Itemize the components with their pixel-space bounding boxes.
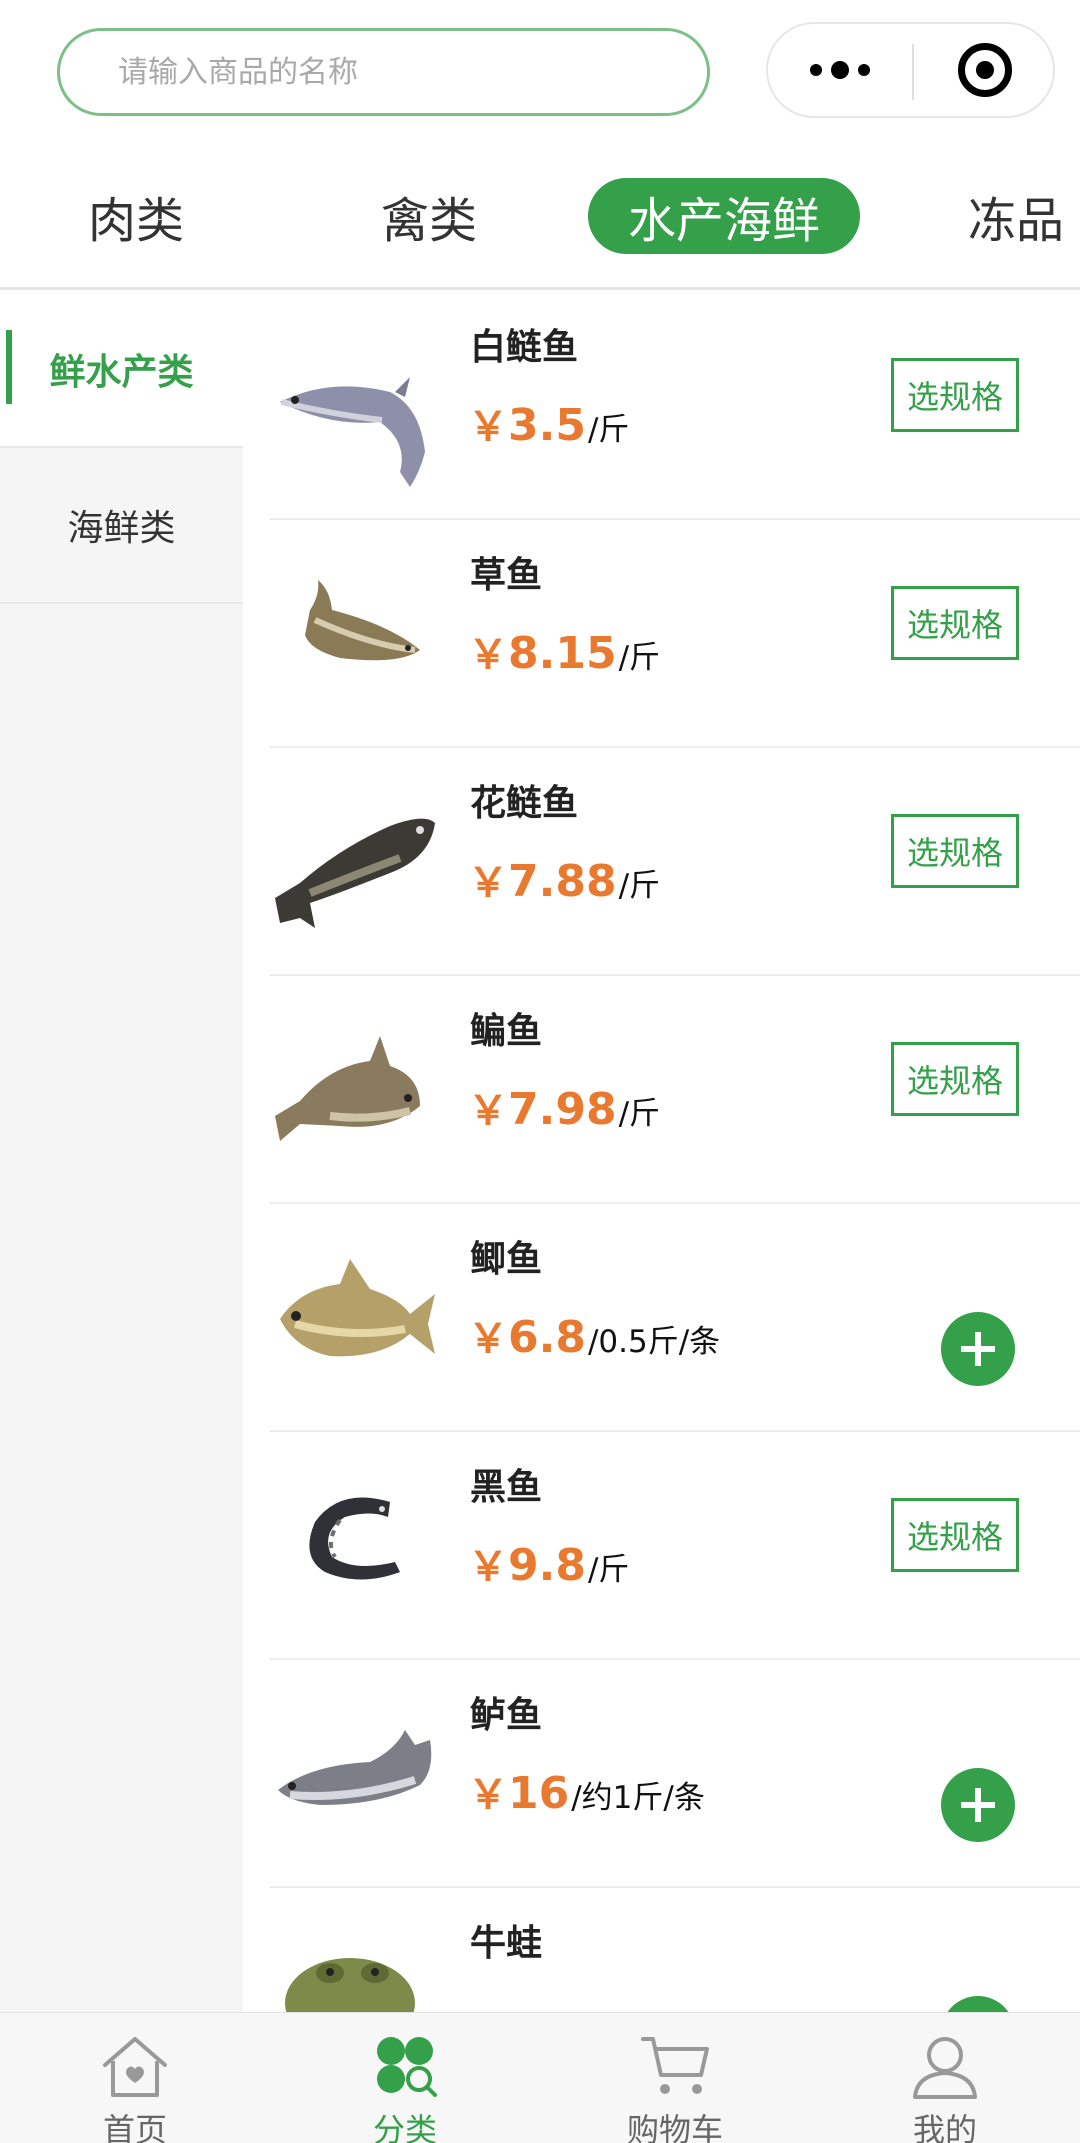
product-name: 白鲢鱼 <box>470 327 579 368</box>
sidebar-item-label: 海鲜类 <box>67 508 176 549</box>
bottom-tab-bar: 首页 分类 购物车 我的 <box>0 2012 1080 2143</box>
price-value: 9.8 <box>508 1540 586 1591</box>
price-value: 6.8 <box>508 1312 586 1363</box>
product-price: ￥ 3.5 /斤 <box>468 394 629 452</box>
product-name: 鲫鱼 <box>470 1239 543 1280</box>
add-to-cart-button[interactable] <box>941 1768 1015 1842</box>
product-name: 鲈鱼 <box>470 1695 543 1736</box>
currency-symbol: ￥ <box>468 632 508 678</box>
tabbar-label: 我的 <box>912 2111 977 2143</box>
product-price: ￥ 7.98 /斤 <box>468 1078 660 1136</box>
product-name: 鳊鱼 <box>470 1011 543 1052</box>
select-spec-button[interactable]: 选规格 <box>891 1498 1019 1572</box>
tab-frozen[interactable]: 冻品 <box>968 178 1064 254</box>
sidebar-item-seafood[interactable]: 海鲜类 <box>0 448 243 604</box>
tab-poultry[interactable]: 禽类 <box>381 178 477 254</box>
subcategory-sidebar: 鲜水产类 海鲜类 <box>0 292 243 2012</box>
miniprogram-capsule <box>766 22 1055 118</box>
product-name: 花鲢鱼 <box>470 783 579 824</box>
currency-symbol: ￥ <box>468 860 508 906</box>
product-item[interactable]: 草鱼 ￥ 8.15 /斤 选规格 <box>270 520 1080 748</box>
app-page: 肉类 禽类 水产海鲜 冻品 鲜水产类 海鲜类 白鲢鱼 ￥ <box>0 0 1080 2143</box>
category-icon <box>367 2031 443 2101</box>
product-image <box>270 1462 440 1632</box>
price-unit: /斤 <box>618 868 661 904</box>
product-item[interactable]: 花鲢鱼 ￥ 7.88 /斤 选规格 <box>270 748 1080 976</box>
search-input[interactable] <box>118 54 707 90</box>
product-name: 牛蛙 <box>470 1923 543 1964</box>
product-item[interactable]: 鲈鱼 ￥ 16 /约1斤/条 <box>270 1660 1080 1888</box>
price-unit: /斤 <box>618 640 661 676</box>
product-item[interactable]: 鲫鱼 ￥ 6.8 /0.5斤/条 <box>270 1204 1080 1432</box>
price-unit: /斤 <box>618 1096 661 1132</box>
price-unit: /约1斤/条 <box>571 1780 705 1816</box>
tabbar-label: 分类 <box>372 2111 437 2143</box>
tab-seafood[interactable]: 水产海鲜 <box>588 178 861 254</box>
select-spec-button[interactable]: 选规格 <box>891 814 1019 888</box>
currency-symbol: ￥ <box>468 1772 508 1818</box>
price-unit: /0.5斤/条 <box>587 1324 721 1360</box>
search-bar[interactable] <box>57 28 710 116</box>
price-unit: /斤 <box>587 412 630 448</box>
category-tabs: 肉类 禽类 水产海鲜 冻品 <box>0 160 1080 290</box>
select-spec-button[interactable]: 选规格 <box>891 1042 1019 1116</box>
product-item[interactable]: 鳊鱼 ￥ 7.98 /斤 选规格 <box>270 976 1080 1204</box>
add-to-cart-button[interactable] <box>941 1996 1015 2012</box>
product-list: 白鲢鱼 ￥ 3.5 /斤 选规格 草鱼 ￥ 8.15 /斤 选规格 花鲢鱼 ￥ … <box>270 292 1080 2012</box>
tab-meat[interactable]: 肉类 <box>88 178 184 254</box>
product-image <box>270 1918 440 2012</box>
currency-symbol: ￥ <box>468 1316 508 1362</box>
select-spec-button[interactable]: 选规格 <box>891 586 1019 660</box>
product-name: 草鱼 <box>470 555 543 596</box>
product-price: ￥ 9.8 /斤 <box>468 1534 629 1592</box>
currency-symbol: ￥ <box>468 1088 508 1134</box>
sidebar-item-label: 鲜水产类 <box>49 352 194 393</box>
product-image <box>270 322 440 492</box>
select-spec-button[interactable]: 选规格 <box>891 358 1019 432</box>
price-value: 8.15 <box>508 628 617 679</box>
product-price: ￥ 16 /约1斤/条 <box>468 1762 705 1820</box>
product-image <box>270 1690 440 1860</box>
product-item[interactable]: 牛蛙 <box>270 1888 1080 2012</box>
product-item[interactable]: 白鲢鱼 ￥ 3.5 /斤 选规格 <box>270 292 1080 520</box>
tabbar-item-home[interactable]: 首页 <box>35 2013 235 2143</box>
cart-icon <box>637 2031 713 2101</box>
price-value: 16 <box>508 1768 570 1819</box>
currency-symbol: ￥ <box>468 1544 508 1590</box>
product-image <box>270 550 440 720</box>
record-target-icon[interactable] <box>914 24 1055 116</box>
tabbar-label: 首页 <box>102 2111 167 2143</box>
product-price: ￥ 8.15 /斤 <box>468 622 660 680</box>
tabbar-item-category[interactable]: 分类 <box>305 2013 505 2143</box>
price-unit: /斤 <box>587 1552 630 1588</box>
product-item[interactable]: 黑鱼 ￥ 9.8 /斤 选规格 <box>270 1432 1080 1660</box>
tabbar-item-cart[interactable]: 购物车 <box>575 2013 775 2143</box>
add-to-cart-button[interactable] <box>941 1312 1015 1386</box>
product-price: ￥ 7.88 /斤 <box>468 850 660 908</box>
home-icon <box>97 2031 173 2101</box>
price-value: 3.5 <box>508 400 586 451</box>
tabbar-item-me[interactable]: 我的 <box>845 2013 1045 2143</box>
product-name: 黑鱼 <box>470 1467 543 1508</box>
more-dots-icon[interactable] <box>768 24 912 116</box>
tabbar-label: 购物车 <box>626 2111 723 2143</box>
sidebar-item-fresh-aquatic[interactable]: 鲜水产类 <box>0 292 243 448</box>
product-price: ￥ 6.8 /0.5斤/条 <box>468 1306 720 1364</box>
product-image <box>270 1006 440 1176</box>
price-value: 7.88 <box>508 856 617 907</box>
price-value: 7.98 <box>508 1084 617 1135</box>
product-image <box>270 778 440 948</box>
currency-symbol: ￥ <box>468 404 508 450</box>
user-icon <box>907 2031 983 2101</box>
product-image <box>270 1234 440 1404</box>
